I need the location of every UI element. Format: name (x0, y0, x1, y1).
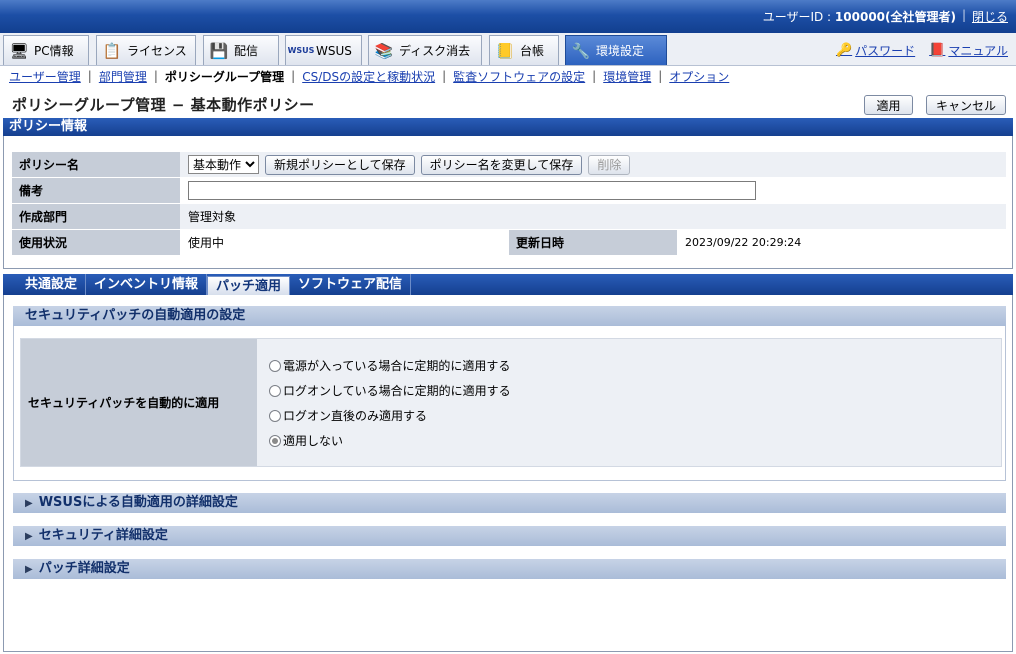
wsus-icon: WSUS (287, 46, 315, 55)
updated-value: 2023/09/22 20:29:24 (685, 236, 802, 249)
nav-cs-ds-settings[interactable]: CS/DSの設定と稼動状況 (302, 68, 435, 85)
tab-patch[interactable]: パッチ適用 (207, 276, 291, 295)
wsus-auto-apply-header[interactable]: ▶ WSUSによる自動適用の詳細設定 (13, 493, 1006, 513)
policy-name-select[interactable]: 基本動作 (188, 155, 259, 174)
policy-sub-tabs: 共通設定 インベントリ情報 パッチ適用 ソフトウェア配信 (3, 274, 1013, 295)
tab-delivery[interactable]: 💾 配信 (203, 35, 279, 65)
disk-erase-icon: 📚 (374, 41, 394, 60)
triangle-right-icon: ▶ (25, 531, 33, 542)
patch-detail-header[interactable]: ▶ パッチ詳細設定 (13, 559, 1006, 579)
nav-policy-group-management: ポリシーグループ管理 (164, 69, 285, 84)
settings-icon: 🔧 (571, 41, 591, 60)
tab-inventory[interactable]: インベントリ情報 (86, 274, 208, 295)
option-power-on[interactable]: 電源が入っている場合に定期的に適用する (269, 357, 510, 374)
top-bar: ユーザーID : 100000(全社管理者) | 閉じる (0, 0, 1016, 33)
department-value: 管理対象 (180, 204, 1006, 229)
key-icon: 🔑 (835, 43, 853, 58)
tab-disk-erase[interactable]: 📚 ディスク消去 (368, 35, 482, 65)
ledger-icon: 📒 (495, 41, 515, 60)
right-links: 🔑 パスワード 📕 マニュアル (836, 42, 1008, 59)
policy-info-panel: ポリシー名 基本動作 新規ポリシーとして保存 ポリシー名を変更して保存 削除 備… (3, 136, 1013, 269)
tab-wsus[interactable]: WSUS WSUS (285, 35, 362, 65)
tab-license[interactable]: 📋 ライセンス (96, 35, 196, 65)
radio-after-logon[interactable] (269, 409, 281, 422)
updated-label: 更新日時 (509, 230, 677, 255)
option-after-logon[interactable]: ログオン直後のみ適用する (269, 407, 427, 424)
note-input[interactable] (188, 181, 756, 200)
separator: | (961, 8, 966, 22)
manual-link[interactable]: 📕 マニュアル (929, 42, 1008, 59)
radio-do-not-apply[interactable] (269, 434, 281, 447)
department-row: 作成部門 管理対象 (12, 204, 1006, 229)
pc-icon: 🖥 (9, 41, 29, 60)
nav-options[interactable]: オプション (669, 68, 729, 85)
tab-ledger[interactable]: 📒 台帳 (489, 35, 559, 65)
license-icon: 📋 (102, 41, 122, 60)
status-label: 使用状況 (12, 230, 180, 255)
main-tabs: 🖥 PC情報 📋 ライセンス 💾 配信 WSUS WSUS 📚 ディスク消去 📒 台帳 🔧 環… (0, 33, 1016, 66)
security-patch-header: セキュリティパッチの自動適用の設定 (13, 306, 1006, 326)
nav-audit-software[interactable]: 監査ソフトウェアの設定 (453, 68, 585, 85)
option-logged-on[interactable]: ログオンしている場合に定期的に適用する (269, 382, 511, 399)
nav-user-management[interactable]: ユーザー管理 (9, 68, 81, 85)
status-row: 使用状況 使用中 更新日時 2023/09/22 20:29:24 (12, 230, 1006, 255)
security-patch-section: セキュリティパッチを自動的に適用 電源が入っている場合に定期的に適用する ログオ… (13, 326, 1006, 481)
policy-name-label: ポリシー名 (12, 152, 180, 177)
radio-power-on[interactable] (269, 359, 281, 372)
cancel-button[interactable]: キャンセル (926, 95, 1006, 115)
status-value: 使用中 (188, 236, 225, 250)
delete-button[interactable]: 削除 (588, 154, 631, 175)
tab-pc-info[interactable]: 🖥 PC情報 (3, 35, 89, 65)
tab-common-settings[interactable]: 共通設定 (17, 274, 87, 295)
auto-apply-label: セキュリティパッチを自動的に適用 (21, 339, 257, 466)
close-link[interactable]: 閉じる (972, 8, 1008, 25)
nav-department-management[interactable]: 部門管理 (99, 68, 147, 85)
option-do-not-apply[interactable]: 適用しない (269, 432, 343, 449)
nav-environment-management[interactable]: 環境管理 (603, 68, 651, 85)
tab-environment-settings[interactable]: 🔧 環境設定 (565, 35, 667, 65)
triangle-right-icon: ▶ (25, 498, 33, 509)
rename-save-button[interactable]: ポリシー名を変更して保存 (420, 154, 583, 175)
save-as-new-button[interactable]: 新規ポリシーとして保存 (265, 154, 415, 175)
page-title: ポリシーグループ管理 − 基本動作ポリシー (12, 96, 315, 114)
patch-content: セキュリティパッチの自動適用の設定 セキュリティパッチを自動的に適用 電源が入っ… (3, 295, 1013, 652)
radio-logged-on[interactable] (269, 384, 281, 397)
triangle-right-icon: ▶ (25, 564, 33, 575)
apply-button[interactable]: 適用 (864, 95, 913, 115)
policy-name-row: ポリシー名 基本動作 新規ポリシーとして保存 ポリシー名を変更して保存 削除 (12, 152, 1006, 177)
note-label: 備考 (12, 178, 180, 203)
book-icon: 📕 (929, 43, 946, 58)
user-id: ユーザーID : 100000(全社管理者) (762, 10, 956, 24)
security-detail-header[interactable]: ▶ セキュリティ詳細設定 (13, 526, 1006, 546)
sub-nav: ユーザー管理 | 部門管理 | ポリシーグループ管理 | CS/DSの設定と稼動状況 |… (9, 68, 730, 85)
policy-info-header: ポリシー情報 (3, 118, 1013, 136)
department-label: 作成部門 (12, 204, 180, 229)
password-link[interactable]: 🔑 パスワード (836, 42, 915, 59)
auto-apply-options: 電源が入っている場合に定期的に適用する ログオンしている場合に定期的に適用する … (257, 339, 1001, 466)
tab-software-delivery[interactable]: ソフトウェア配信 (290, 274, 412, 295)
note-row: 備考 (12, 178, 1006, 203)
delivery-icon: 💾 (209, 41, 229, 60)
